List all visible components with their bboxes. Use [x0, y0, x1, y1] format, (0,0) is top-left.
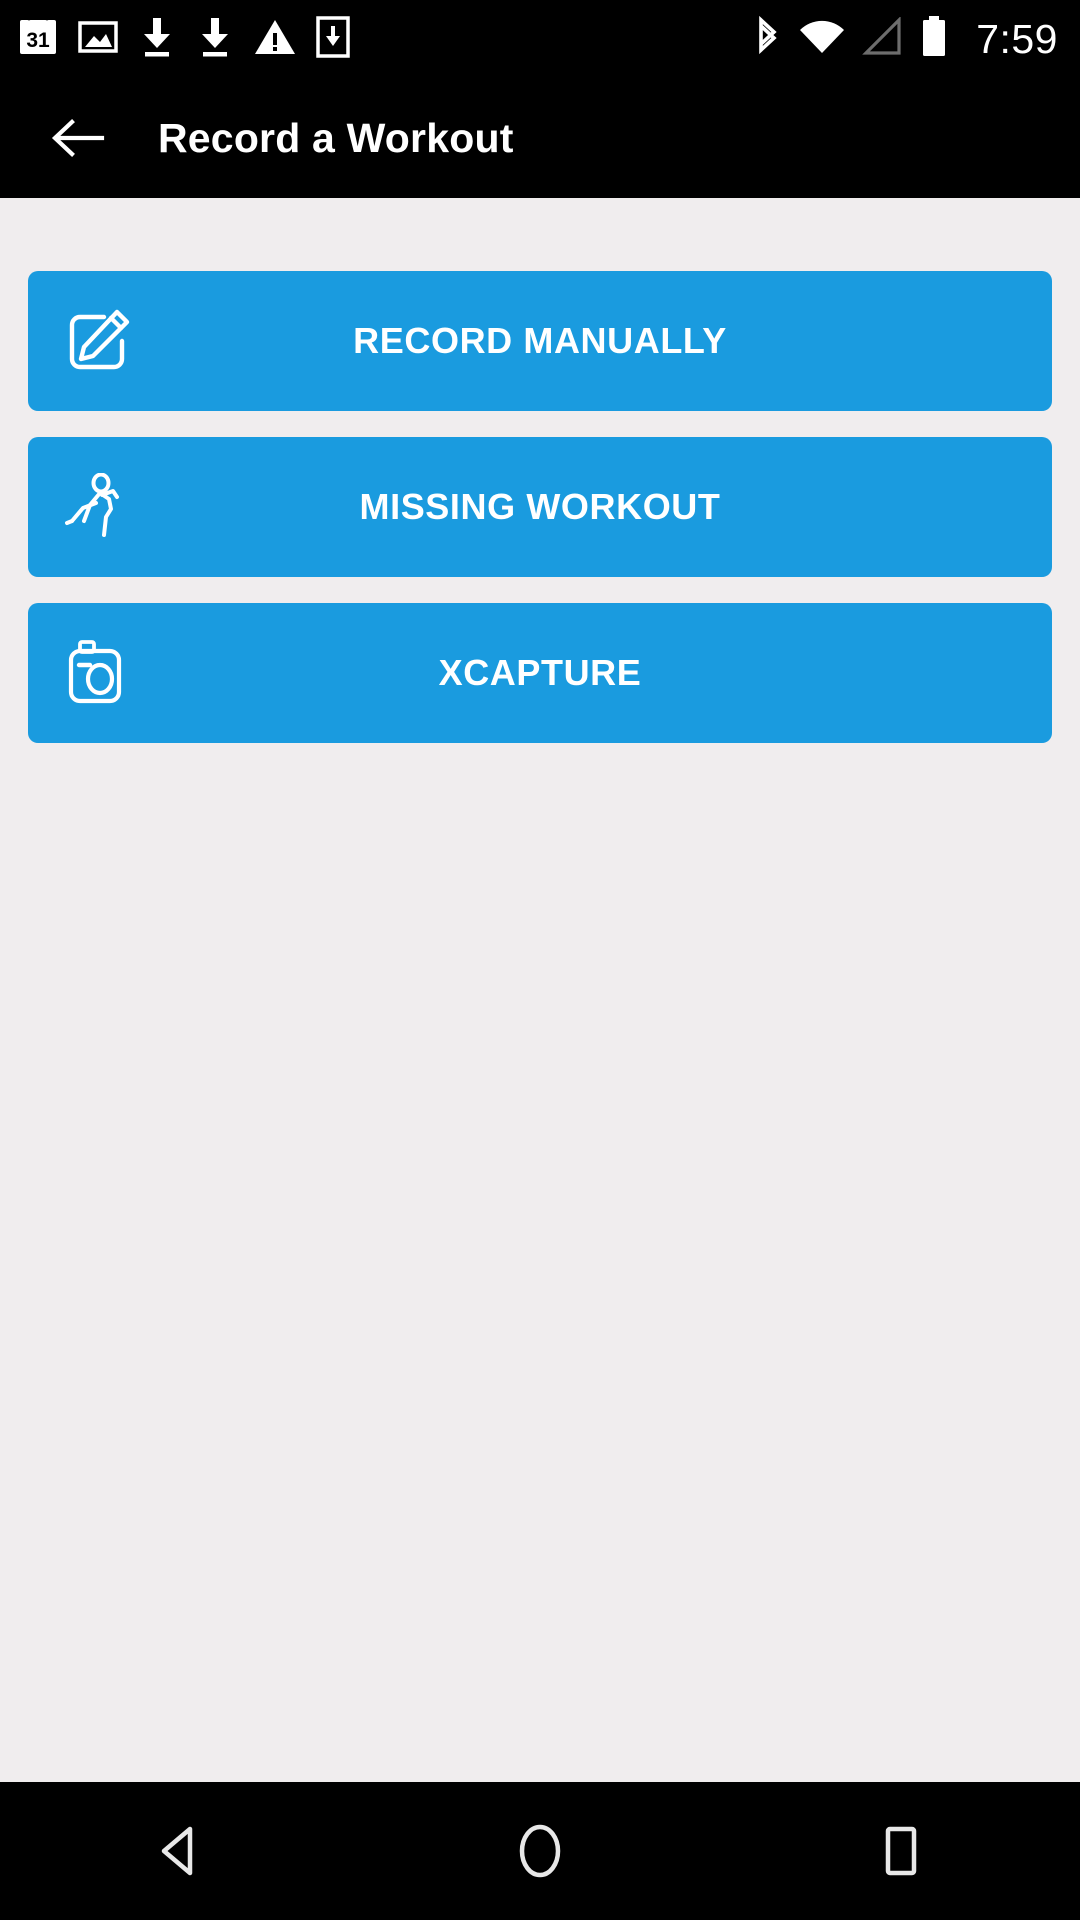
calendar-icon: 31 [18, 15, 58, 63]
download-icon-2 [196, 16, 234, 63]
circle-home-icon [519, 1824, 561, 1878]
bluetooth-icon [752, 14, 782, 65]
wifi-icon [798, 17, 846, 62]
android-navigation-bar [0, 1782, 1080, 1920]
missing-workout-label: MISSING WORKOUT [359, 486, 721, 527]
xcapture-button[interactable]: XCAPTURE [28, 603, 1052, 743]
status-bar-system-icons: 7:59 [752, 14, 1058, 65]
page-title: Record a Workout [158, 114, 514, 161]
triangle-back-icon [161, 1826, 193, 1876]
back-button[interactable] [30, 90, 126, 186]
nav-recents-button[interactable] [720, 1782, 1080, 1920]
status-bar: 31 7:59 [0, 0, 1080, 78]
app-bar: Record a Workout [0, 78, 1080, 198]
warning-icon [254, 18, 296, 61]
app-screen: 31 7:59 Record a Workout RECORD MANUALLY… [0, 0, 1080, 1920]
status-bar-notification-icons: 31 [18, 15, 350, 63]
camera-icon [64, 639, 132, 707]
nav-home-button[interactable] [360, 1782, 720, 1920]
record-manually-label: RECORD MANUALLY [353, 320, 727, 361]
cellular-signal-icon [862, 15, 904, 62]
nav-back-button[interactable] [0, 1782, 360, 1920]
square-recents-icon [885, 1826, 917, 1876]
record-manually-button[interactable]: RECORD MANUALLY [28, 271, 1052, 411]
battery-icon [920, 15, 948, 64]
running-person-icon [64, 473, 132, 541]
status-bar-clock: 7:59 [976, 15, 1058, 62]
image-icon [78, 19, 118, 60]
edit-pencil-square-icon [64, 307, 132, 375]
main-content: RECORD MANUALLY MISSING WORKOUT XCAPTURE [0, 198, 1080, 1782]
missing-workout-button[interactable]: MISSING WORKOUT [28, 437, 1052, 577]
download-icon [138, 16, 176, 63]
xcapture-label: XCAPTURE [438, 652, 642, 693]
save-to-device-icon [316, 15, 350, 63]
arrow-left-icon [51, 119, 105, 157]
svg-text:31: 31 [26, 29, 50, 52]
